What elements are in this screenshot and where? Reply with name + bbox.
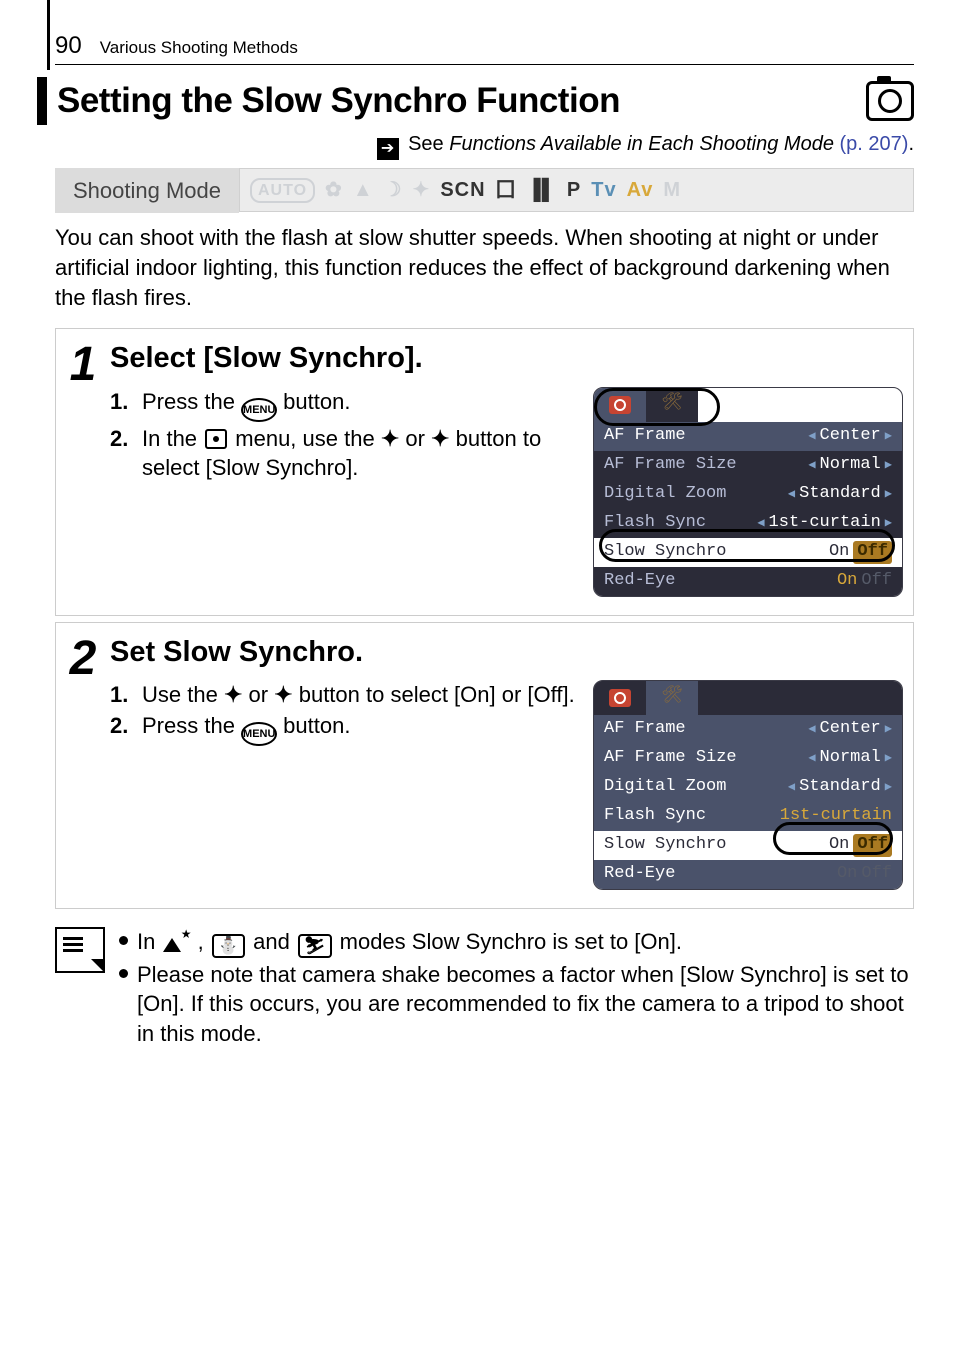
mode-movie-icon: ▐▌ [527,177,557,204]
step-1: 1 Select [Slow Synchro]. 1. Press the ME… [55,328,914,615]
mode-scn-icon: SCN [440,177,485,204]
camera-tab-icon [594,388,646,422]
mode-landscape-icon: ▲ [353,177,374,204]
left-arrow-icon: ✦ [224,682,242,707]
step-number: 2 [56,633,110,890]
menu-button-icon: MENU [241,722,277,746]
menu-row: Flash Sync◀1st-curtain▶ [594,509,902,538]
see-dot: . [908,133,914,155]
menu-row: Flash Sync1st-curtain [594,802,902,831]
menu-button-icon: MENU [241,398,277,422]
substep-label: 1. [110,387,136,422]
note-icon [55,927,105,973]
substep-text: or [399,426,431,451]
screenshot-1: 🛠 AF Frame◀Center▶ AF Frame Size◀Normal▶… [593,387,903,597]
up-arrow-icon: ✦ [381,426,399,451]
heading-block: Setting the Slow Synchro Function [55,77,914,124]
mode-tv-icon: Tv [591,177,616,204]
tools-tab-icon: 🛠 [646,388,698,422]
substep-text: menu, use the [229,426,381,451]
substep-text: button. [277,389,350,414]
menu-row: Slow SynchroOn Off [594,538,902,567]
substep-label: 2. [110,711,136,746]
menu-row: AF Frame◀Center▶ [594,715,902,744]
substep-label: 1. [110,680,136,710]
page-header: 90 Various Shooting Methods [55,30,914,65]
mode-av-icon: Av [627,177,654,204]
mode-m-icon: M [663,177,681,204]
see-reference: ➔ See Functions Available in Each Shooti… [55,131,914,160]
step-title: Select [Slow Synchro]. [110,339,903,378]
step-instructions: 1. Press the MENU button. 2. In the menu… [110,387,579,597]
shooting-mode-band: AUTO ✿ ▲ ☽ ✦ SCN ⼞ ▐▌ P Tv Av M [239,168,914,212]
substep-text: or [242,682,274,707]
note-item: In , ⛄ and ⛷ modes Slow Synchro is set t… [119,927,914,958]
night-snapshot-icon: ⛷ [298,934,332,958]
camera-icon [866,81,914,121]
step-instructions: 1. Use the ✦ or ✦ button to select [On] … [110,680,579,890]
substep-text: Press the [142,389,241,414]
shooting-mode-label: Shooting Mode [55,168,239,214]
mode-quick-icon: ✿ [325,177,343,204]
menu-row: Digital Zoom◀Standard▶ [594,480,902,509]
mode-p-icon: P [567,177,581,204]
menu-row: AF Frame◀Center▶ [594,422,902,451]
substep-label: 2. [110,424,136,483]
notes-block: In , ⛄ and ⛷ modes Slow Synchro is set t… [55,927,914,1051]
page-title: Setting the Slow Synchro Function [57,77,620,124]
mode-auto-icon: AUTO [250,178,315,204]
menu-row: AF Frame Size◀Normal▶ [594,744,902,773]
indoor-mode-icon: ⛄ [212,934,245,958]
mode-night-icon: ☽ [384,177,403,204]
camera-tab-icon [594,681,646,715]
page-number: 90 [55,30,82,62]
section-title: Various Shooting Methods [100,37,298,60]
night-scene-icon [163,932,189,952]
arrow-icon: ➔ [377,138,399,160]
menu-row: AF Frame Size◀Normal▶ [594,451,902,480]
note-item: Please note that camera shake becomes a … [119,960,914,1049]
step-title: Set Slow Synchro. [110,633,903,672]
mode-kids-icon: ✦ [413,177,431,204]
shooting-mode-row: Shooting Mode AUTO ✿ ▲ ☽ ✦ SCN ⼞ ▐▌ P Tv… [55,168,914,214]
substep-text: Use the [142,682,224,707]
see-prefix: See [408,133,449,155]
menu-row: Red-EyeOn Off [594,860,902,889]
substep-text: button to select [On] or [Off]. [293,682,575,707]
intro-text: You can shoot with the flash at slow shu… [55,223,914,312]
substep-text: Press the [142,713,241,738]
see-page-link[interactable]: (p. 207) [840,133,909,155]
step-number: 1 [56,339,110,596]
down-arrow-icon: ✦ [431,426,449,451]
substep-text: button. [277,713,350,738]
tools-tab-icon: 🛠 [646,681,698,715]
menu-row: Digital Zoom◀Standard▶ [594,773,902,802]
menu-row: Slow SynchroOn Off [594,831,902,860]
mode-stitch-icon: ⼞ [496,177,517,204]
right-arrow-icon: ✦ [274,682,292,707]
see-italic: Functions Available in Each Shooting Mod… [449,133,834,155]
step-2: 2 Set Slow Synchro. 1. Use the ✦ or ✦ bu… [55,622,914,909]
screenshot-2: 🛠 AF Frame◀Center▶ AF Frame Size◀Normal▶… [593,680,903,890]
substep-text: In the [142,426,203,451]
menu-row: Red-EyeOn Off [594,567,902,596]
rec-menu-icon [205,429,227,449]
